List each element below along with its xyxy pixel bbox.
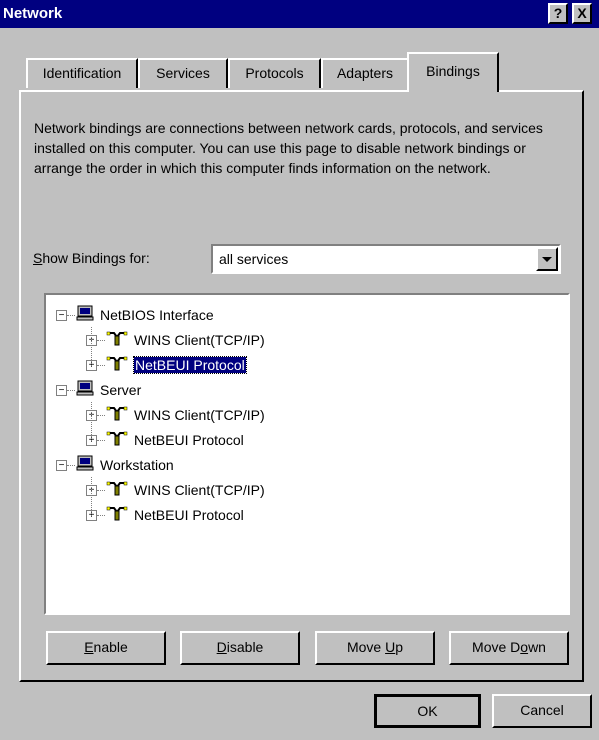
- ok-button[interactable]: OK: [374, 694, 481, 728]
- tree-child-node[interactable]: WINS Client(TCP/IP): [106, 403, 265, 427]
- computer-icon: [76, 454, 94, 478]
- tree-child-node[interactable]: NetBEUI Protocol: [106, 503, 244, 527]
- network-protocol-icon: [106, 429, 128, 453]
- move-down-button[interactable]: Move Down: [449, 631, 569, 665]
- tree-connector: [91, 327, 92, 366]
- window-title: Network: [3, 5, 63, 22]
- tree-connector: [91, 402, 92, 441]
- tree-child-label: WINS Client(TCP/IP): [134, 482, 265, 498]
- bindings-tree[interactable]: − NetBIOS Interface + WINS Client(TCP/IP) + N…: [44, 293, 570, 615]
- tab-protocols[interactable]: Protocols: [228, 58, 321, 88]
- tree-child-label: WINS Client(TCP/IP): [134, 407, 265, 423]
- tree-child-label: WINS Client(TCP/IP): [134, 332, 265, 348]
- tree-connector: [67, 390, 75, 391]
- bindings-description: Network bindings are connections between…: [34, 120, 543, 176]
- tree-connector: [97, 490, 105, 491]
- tree-node[interactable]: Server: [76, 378, 141, 402]
- tree-node-label: NetBIOS Interface: [100, 307, 214, 323]
- disable-button[interactable]: Disable: [180, 631, 300, 665]
- cancel-button[interactable]: Cancel: [492, 694, 592, 728]
- show-bindings-label: Show Bindings for:: [33, 250, 150, 266]
- tab-identification[interactable]: Identification: [26, 58, 138, 88]
- tree-connector: [97, 340, 105, 341]
- collapse-toggle[interactable]: −: [56, 460, 67, 471]
- tree-child-node[interactable]: WINS Client(TCP/IP): [106, 328, 265, 352]
- move-up-button[interactable]: Move Up: [315, 631, 435, 665]
- chevron-down-icon: [542, 257, 552, 262]
- tree-node-label: Workstation: [100, 457, 174, 473]
- enable-button[interactable]: Enable: [46, 631, 166, 665]
- network-protocol-icon: [106, 354, 128, 378]
- show-bindings-select[interactable]: all services: [211, 244, 561, 274]
- tree-child-node[interactable]: WINS Client(TCP/IP): [106, 478, 265, 502]
- tree-node-label: Server: [100, 382, 142, 398]
- show-bindings-value: all services: [219, 251, 289, 267]
- tree-node[interactable]: NetBIOS Interface: [76, 303, 214, 327]
- dropdown-arrow-button[interactable]: [536, 247, 558, 271]
- network-protocol-icon: [106, 404, 128, 428]
- tree-connector: [67, 465, 75, 466]
- tree-connector: [91, 477, 92, 516]
- tree-child-node[interactable]: NetBEUI Protocol: [106, 428, 244, 452]
- tree-child-node[interactable]: NetBEUI Protocol: [106, 353, 247, 378]
- tree-connector: [97, 515, 105, 516]
- title-bar[interactable]: Network ? X: [0, 0, 599, 28]
- help-button[interactable]: ?: [548, 3, 568, 24]
- collapse-toggle[interactable]: −: [56, 310, 67, 321]
- tab-bindings[interactable]: Bindings: [407, 52, 499, 92]
- network-protocol-icon: [106, 329, 128, 353]
- tree-child-label: NetBEUI Protocol: [133, 356, 247, 374]
- tree-child-label: NetBEUI Protocol: [134, 432, 244, 448]
- tree-child-label: NetBEUI Protocol: [134, 507, 244, 523]
- tree-connector: [97, 440, 105, 441]
- computer-icon: [76, 379, 94, 403]
- computer-icon: [76, 304, 94, 328]
- network-protocol-icon: [106, 504, 128, 528]
- network-protocol-icon: [106, 479, 128, 503]
- tree-connector: [97, 415, 105, 416]
- tree-connector: [97, 365, 105, 366]
- collapse-toggle[interactable]: −: [56, 385, 67, 396]
- close-button[interactable]: X: [572, 3, 592, 24]
- tab-services[interactable]: Services: [138, 58, 228, 88]
- tree-connector: [67, 315, 75, 316]
- network-dialog: Network ? X Identification Services Prot…: [0, 0, 599, 740]
- tree-node[interactable]: Workstation: [76, 453, 174, 477]
- tab-adapters[interactable]: Adapters: [321, 58, 409, 88]
